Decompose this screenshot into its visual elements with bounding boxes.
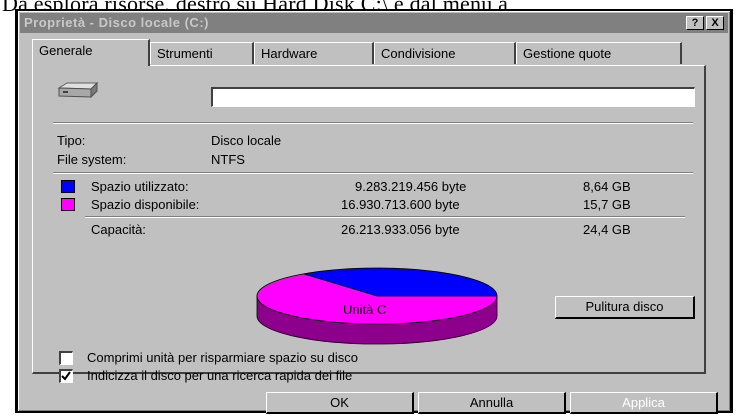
drive-name-input[interactable] xyxy=(211,87,695,107)
title-bar[interactable]: Proprietà - Disco locale (C:) ? X xyxy=(20,13,728,33)
tab-condivisione[interactable]: Condivisione xyxy=(374,42,516,64)
close-button[interactable]: X xyxy=(706,16,724,30)
used-space-size: 8,64 GB xyxy=(583,179,631,194)
capacity-bytes: 26.213.933.056 byte xyxy=(341,222,460,237)
drive-label: Unità C xyxy=(343,302,387,317)
used-space-label: Spazio utilizzato: xyxy=(91,179,189,194)
separator xyxy=(53,172,693,174)
window-title: Proprietà - Disco locale (C:) xyxy=(24,15,209,30)
filesystem-value: NTFS xyxy=(211,152,245,167)
properties-dialog: Proprietà - Disco locale (C:) ? X Genera… xyxy=(15,9,733,414)
separator xyxy=(53,122,693,124)
index-label: Indicizza il disco per una ricerca rapid… xyxy=(87,368,353,383)
index-checkbox[interactable] xyxy=(59,369,73,383)
free-space-swatch xyxy=(61,198,75,211)
ok-button[interactable]: OK xyxy=(266,392,414,414)
compress-label: Comprimi unità per risparmiare spazio su… xyxy=(87,350,358,365)
free-space-size: 15,7 GB xyxy=(583,197,631,212)
compress-checkbox[interactable] xyxy=(59,351,73,365)
filesystem-label: File system: xyxy=(57,152,127,167)
apply-button[interactable]: Applica xyxy=(570,392,718,414)
cancel-button[interactable]: Annulla xyxy=(418,392,566,414)
hard-drive-icon xyxy=(57,81,99,99)
tab-generale[interactable]: Generale xyxy=(32,39,150,66)
separator xyxy=(85,216,685,218)
type-label: Tipo: xyxy=(57,133,86,148)
general-panel: Tipo: Disco locale File system: NTFS Spa… xyxy=(32,65,706,383)
used-space-bytes: 9.283.219.456 byte xyxy=(355,179,467,194)
free-space-bytes: 16.930.713.600 byte xyxy=(341,197,460,212)
used-space-swatch xyxy=(61,180,75,193)
capacity-label: Capacità: xyxy=(91,222,146,237)
free-space-label: Spazio disponibile: xyxy=(91,197,200,212)
checkmark-icon xyxy=(61,371,71,381)
tab-strumenti[interactable]: Strumenti xyxy=(150,42,254,64)
tab-gestione-quote[interactable]: Gestione quote xyxy=(516,42,682,64)
tab-hardware[interactable]: Hardware xyxy=(254,42,374,64)
help-button[interactable]: ? xyxy=(686,16,704,30)
disk-cleanup-button[interactable]: Pulitura disco xyxy=(555,296,695,319)
capacity-size: 24,4 GB xyxy=(583,222,631,237)
type-value: Disco locale xyxy=(211,133,282,148)
